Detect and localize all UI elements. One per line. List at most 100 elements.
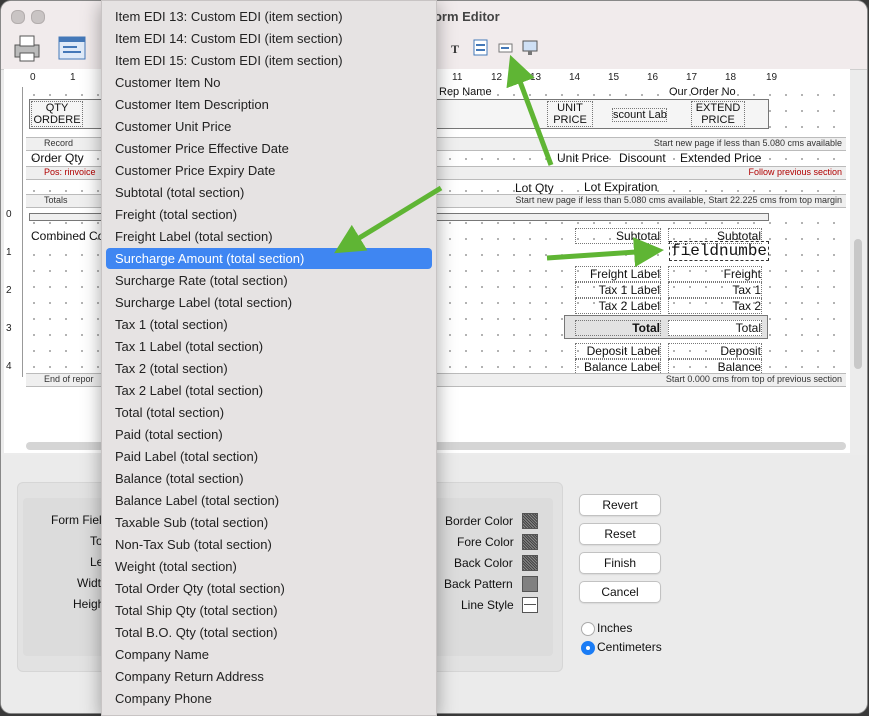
menu-item[interactable]: Company Return Address [106,666,432,687]
deposit-label-field[interactable]: Deposit Label [575,343,661,359]
menu-item-label: Item EDI 15: Custom EDI (item section) [115,53,343,68]
menu-item[interactable]: Paid (total section) [106,424,432,445]
menu-item[interactable]: Paid Label (total section) [106,446,432,467]
menu-item[interactable]: Weight (total section) [106,556,432,577]
freight-label-field[interactable]: Freight Label [575,266,661,282]
menu-item-label: Total (total section) [115,405,225,420]
width-label: Widt [77,576,101,590]
menu-item[interactable]: Surcharge Label (total section) [106,292,432,313]
menu-item-label: Total Ship Qty (total section) [115,603,278,618]
lot-expiration-field[interactable]: Lot Expiration [584,180,657,194]
menu-item[interactable]: Freight (total section) [106,204,432,225]
border-color-swatch[interactable] [522,513,538,529]
deposit-value-field[interactable]: Deposit [668,343,762,359]
menu-item[interactable]: Company Name [106,644,432,665]
menu-item[interactable]: Total Ship Qty (total section) [106,600,432,621]
menu-item[interactable]: Freight Label (total section) [106,226,432,247]
menu-item-label: Customer Item No [115,75,221,90]
menu-item-label: Tax 1 (total section) [115,317,228,332]
label-tool-icon[interactable] [498,41,514,55]
discount-label-header[interactable]: scount Lab [612,108,667,122]
our-order-no-field[interactable]: Our Order No [669,86,736,98]
menu-item[interactable]: Total Order Qty (total section) [106,578,432,599]
finish-button[interactable]: Finish [579,552,661,574]
menu-item-label: Total B.O. Qty (total section) [115,625,278,640]
field-dropdown-menu[interactable]: Item EDI 13: Custom EDI (item section) It… [101,0,437,716]
menu-item[interactable]: Balance Label (total section) [106,490,432,511]
menu-item[interactable]: Surcharge Rate (total section) [106,270,432,291]
menu-item[interactable]: Item EDI 15: Custom EDI (item section) [106,50,432,71]
menu-item[interactable]: Tax 1 Label (total section) [106,336,432,357]
menu-item[interactable]: Non-Tax Sub (total section) [106,534,432,555]
inches-radio[interactable] [581,622,595,636]
menu-item[interactable]: Customer Item No [106,72,432,93]
fore-color-swatch[interactable] [522,534,538,550]
cancel-button[interactable]: Cancel [579,581,661,603]
menu-item[interactable]: Balance (total section) [106,468,432,489]
band-label: Record [44,138,74,148]
menu-item[interactable]: Customer Price Expiry Date [106,160,432,181]
tax2-label-field[interactable]: Tax 2 Label [575,298,661,314]
rep-name-field[interactable]: Rep Name [439,86,492,98]
menu-item[interactable]: Total (total section) [106,402,432,423]
printer-icon[interactable] [11,33,43,63]
menu-item[interactable]: Total B.O. Qty (total section) [106,622,432,643]
band-info: Start new page if less than 5.080 cms av… [653,138,842,148]
menu-item-label: Freight (total section) [115,207,238,222]
fieldnumber-selected-field[interactable]: fieldnumbe [669,241,770,261]
menu-item[interactable]: Customer Item Description [106,94,432,115]
minimize-window-button[interactable] [31,10,45,24]
menu-item[interactable]: Tax 2 (total section) [106,358,432,379]
vertical-scrollbar[interactable] [854,239,862,369]
total-value-field[interactable]: Total [668,320,762,336]
menu-item-label: Customer Item Description [115,97,269,112]
height-label: Heigh [73,597,105,611]
menu-item[interactable]: Customer Price Effective Date [106,138,432,159]
centimeters-label: Centimeters [597,640,662,654]
reset-button[interactable]: Reset [579,523,661,545]
menu-item[interactable]: Surcharge Amount (total section) [106,248,432,269]
lot-qty-field[interactable]: Lot Qty [515,181,554,195]
extended-price-field[interactable]: Extended Price [680,151,761,165]
ruler-number: 19 [766,72,778,83]
revert-button[interactable]: Revert [579,494,661,516]
combined-field[interactable]: Combined Co [31,229,104,243]
extended-price-header[interactable]: EXTEND PRICE [691,101,745,127]
text-tool-icon[interactable]: T [451,42,459,57]
discount-field[interactable]: Discount [619,151,666,165]
menu-item[interactable]: Item EDI 13: Custom EDI (item section) [106,6,432,27]
subtotal-label-field[interactable]: Subtotal [575,228,661,244]
line-style-swatch[interactable] [522,597,538,613]
menu-item-label: Customer Price Expiry Date [115,163,276,178]
unit-price-field[interactable]: Unit Price [557,151,609,165]
screen-tool-icon[interactable] [521,39,539,57]
menu-item[interactable]: Taxable Sub (total section) [106,512,432,533]
menu-item[interactable]: Tax 2 Label (total section) [106,380,432,401]
unit-price-header[interactable]: UNIT PRICE [547,101,593,127]
order-qty-field[interactable]: Order Qty [31,151,84,165]
total-label-field[interactable]: Total [575,320,661,336]
band-label: Totals [44,195,68,205]
tax1-value-field[interactable]: Tax 1 [668,282,762,298]
menu-item-label: Item EDI 13: Custom EDI (item section) [115,9,343,24]
menu-item-label: Total Order Qty (total section) [115,581,285,596]
menu-item-label: Freight Label (total section) [115,229,273,244]
menu-item[interactable]: Subtotal (total section) [106,182,432,203]
back-pattern-swatch[interactable] [522,576,538,592]
qty-ordered-header[interactable]: QTY ORDERE [31,101,83,127]
menu-item-label: Item EDI 14: Custom EDI (item section) [115,31,343,46]
menu-item-label: Paid Label (total section) [115,449,259,464]
menu-item[interactable]: Customer Unit Price [106,116,432,137]
centimeters-radio[interactable] [581,641,595,655]
ruler-number: 3 [6,323,12,334]
back-color-swatch[interactable] [522,555,538,571]
field-tool-icon[interactable] [473,39,489,57]
form-preview-icon[interactable] [57,35,87,63]
freight-value-field[interactable]: Freight [668,266,762,282]
tax1-label-field[interactable]: Tax 1 Label [575,282,661,298]
tax2-value-field[interactable]: Tax 2 [668,298,762,314]
menu-item[interactable]: Company Phone [106,688,432,709]
menu-item[interactable]: Tax 1 (total section) [106,314,432,335]
menu-item[interactable]: Item EDI 14: Custom EDI (item section) [106,28,432,49]
close-window-button[interactable] [11,10,25,24]
